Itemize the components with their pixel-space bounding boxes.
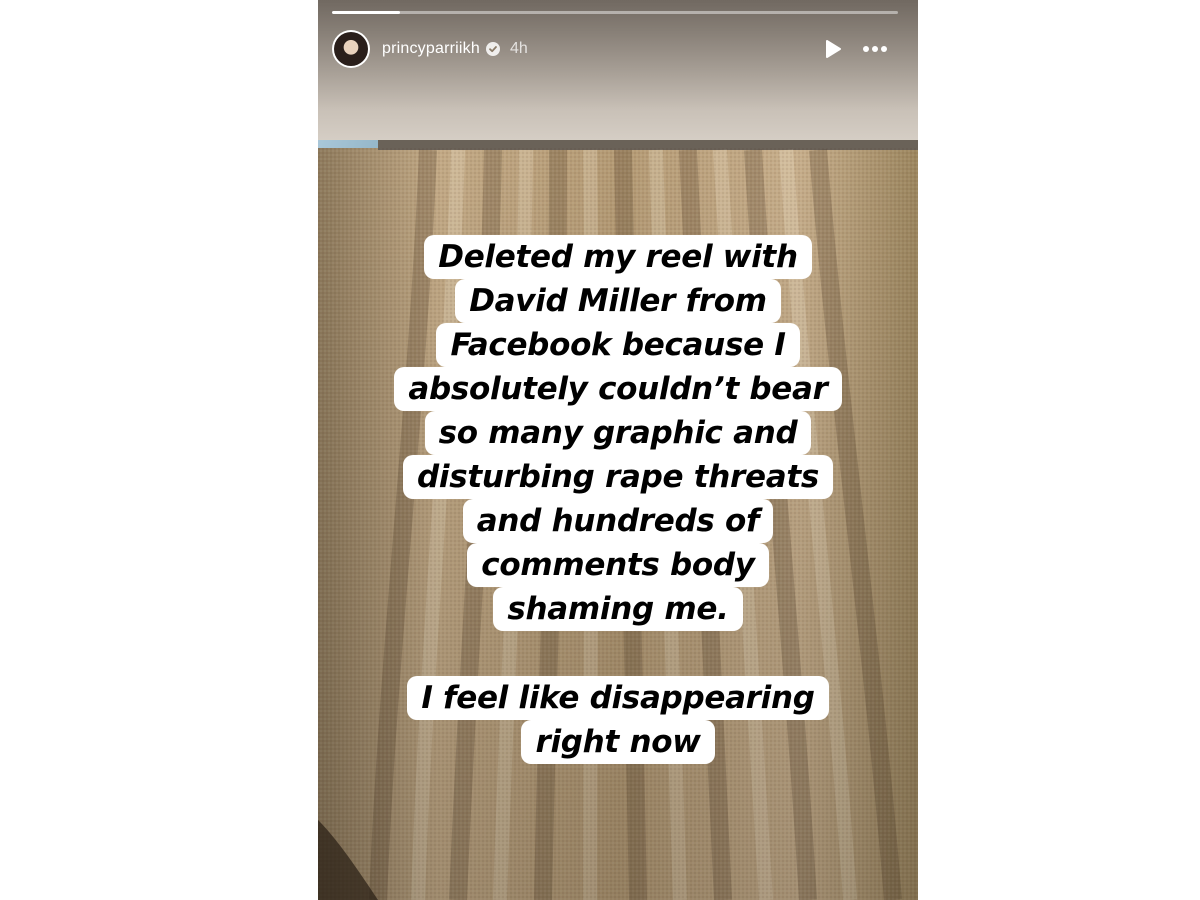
text-line: so many graphic and xyxy=(424,411,812,455)
text-line: Deleted my reel with xyxy=(424,235,812,279)
text-line: David Miller from xyxy=(455,279,781,323)
username[interactable]: princyparriikh xyxy=(382,40,480,58)
play-icon[interactable] xyxy=(824,39,842,59)
page: princyparriikh 4h Deleted my reel with D… xyxy=(0,0,1200,900)
avatar-image xyxy=(334,32,368,66)
story-actions xyxy=(824,39,888,59)
post-time: 4h xyxy=(509,40,528,57)
text-line: right now xyxy=(521,720,715,764)
verified-badge-icon xyxy=(485,42,500,56)
text-line: shaming me. xyxy=(493,587,743,631)
text-line: absolutely couldn’t bear xyxy=(394,367,842,411)
text-line: comments body xyxy=(467,543,769,587)
overlay-text-paragraph-2: I feel like disappearing right now xyxy=(318,676,918,764)
overlay-text-paragraph-1: Deleted my reel with David Miller from F… xyxy=(318,235,918,631)
story-progress-fill xyxy=(332,11,400,14)
text-line: disturbing rape threats xyxy=(402,455,834,499)
more-options-icon[interactable] xyxy=(862,45,888,53)
text-line: I feel like disappearing xyxy=(407,676,829,720)
text-line: and hundreds of xyxy=(462,499,774,543)
profile-avatar[interactable] xyxy=(332,30,370,68)
story-progress-bar xyxy=(332,11,898,14)
text-line: Facebook because I xyxy=(436,323,800,367)
story-header: princyparriikh 4h xyxy=(332,28,902,70)
story-viewer[interactable]: princyparriikh 4h Deleted my reel with D… xyxy=(318,0,918,900)
